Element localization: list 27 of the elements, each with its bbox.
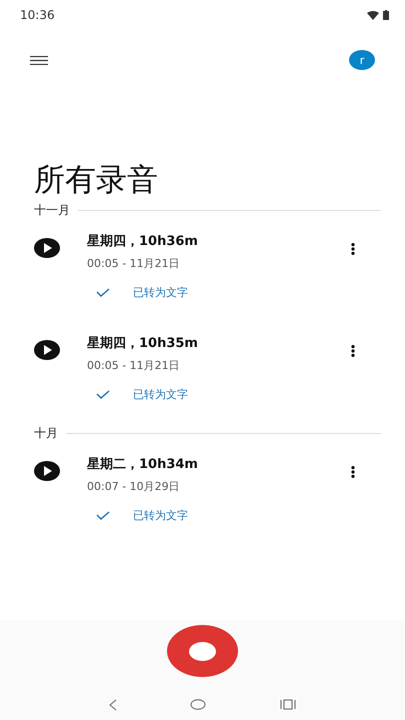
recording-meta: 00:05 - 11月21日 [87, 256, 181, 271]
avatar[interactable]: r [349, 50, 375, 70]
section-label: 十月 [34, 425, 58, 442]
recording-meta: 00:07 - 10月29日 [87, 479, 181, 494]
recording-title: 星期四，10h35m [87, 335, 199, 353]
transcription-status: 已转为文字 [133, 387, 188, 402]
recording-title: 星期二，10h34m [87, 456, 199, 474]
recents-icon[interactable] [280, 699, 296, 711]
recording-meta: 00:05 - 11月21日 [87, 358, 181, 373]
battery-icon [383, 10, 389, 20]
play-icon[interactable] [34, 340, 60, 360]
transcription-status: 已转为文字 [133, 285, 188, 300]
menu-icon[interactable] [30, 56, 48, 64]
wifi-icon [367, 10, 379, 20]
page-title: 所有录音 [34, 161, 159, 200]
section-label: 十一月 [34, 202, 70, 219]
home-icon[interactable] [190, 699, 206, 711]
recording-title: 星期四，10h36m [87, 233, 199, 251]
more-vertical-icon [351, 243, 355, 255]
more-vertical-icon [351, 466, 355, 478]
record-icon [189, 642, 216, 660]
play-icon[interactable] [34, 461, 60, 481]
back-icon[interactable] [109, 699, 118, 711]
play-icon[interactable] [34, 238, 60, 258]
status-time: 10:36 [20, 8, 55, 22]
transcription-status: 已转为文字 [133, 508, 188, 523]
more-vertical-icon [351, 345, 355, 357]
